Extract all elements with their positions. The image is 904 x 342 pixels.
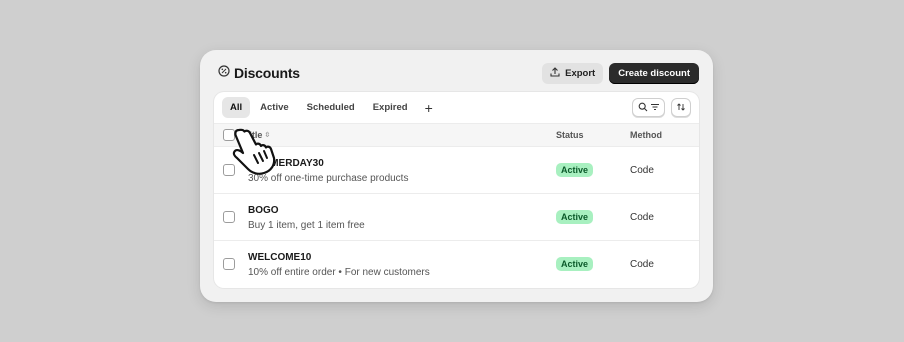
column-status: Status (556, 130, 584, 140)
status-badge: Active (556, 257, 594, 271)
tab-active[interactable]: Active (252, 97, 297, 118)
filter-icon (650, 99, 660, 117)
hand-pointer-icon (231, 126, 281, 178)
method-value: Code (630, 259, 654, 270)
export-label: Export (565, 67, 596, 79)
upload-icon (550, 66, 560, 80)
row-checkbox[interactable] (223, 211, 235, 223)
table-row[interactable]: SUMMERDAY30 30% off one-time purchase pr… (214, 147, 699, 194)
title-wrap: Discounts (218, 64, 300, 82)
create-discount-button[interactable]: Create discount (609, 62, 699, 84)
tab-expired[interactable]: Expired (365, 97, 416, 118)
status-badge: Active (556, 210, 594, 224)
sort-icon (676, 99, 686, 117)
table-row[interactable]: WELCOME10 10% off entire order • For new… (214, 241, 699, 288)
tab-all[interactable]: All (222, 97, 251, 118)
method-value: Code (630, 212, 654, 223)
search-filter-button[interactable] (632, 98, 665, 117)
status-badge: Active (556, 163, 594, 177)
discount-code: WELCOME10 (248, 252, 312, 263)
discounts-table: All Active Scheduled Expired + Title ⇳ S… (214, 92, 699, 288)
column-method: Method (630, 130, 662, 140)
row-checkbox[interactable] (223, 258, 235, 270)
export-button[interactable]: Export (542, 62, 604, 84)
discount-description: 10% off entire order • For new customers (248, 267, 430, 278)
sort-button[interactable] (671, 98, 691, 117)
page-title: Discounts (234, 65, 300, 81)
header: Discounts Export Create discount (218, 62, 699, 84)
search-icon (638, 99, 648, 117)
discount-icon (218, 64, 230, 82)
column-header-row: Title ⇳ Status Method (214, 124, 699, 147)
tabs-bar: All Active Scheduled Expired + (214, 92, 699, 124)
tab-scheduled[interactable]: Scheduled (299, 97, 363, 118)
discount-description: Buy 1 item, get 1 item free (248, 220, 365, 231)
discount-code: BOGO (248, 205, 279, 216)
table-row[interactable]: BOGO Buy 1 item, get 1 item free Active … (214, 194, 699, 241)
add-tab-button[interactable]: + (418, 101, 440, 115)
method-value: Code (630, 165, 654, 176)
